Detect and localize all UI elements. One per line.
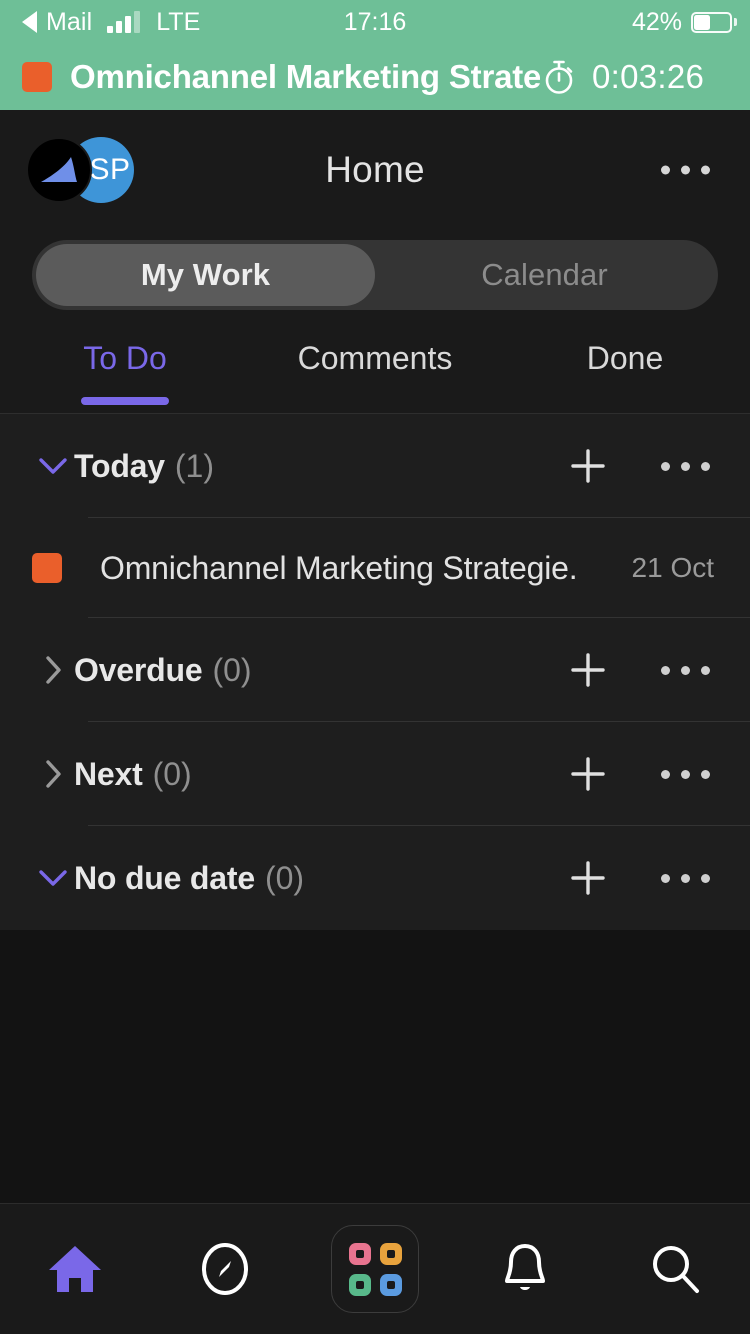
section-count: (0) xyxy=(153,756,192,793)
section-title: Overdue xyxy=(74,652,202,689)
segment-calendar[interactable]: Calendar xyxy=(375,244,714,306)
tab-comments[interactable]: Comments xyxy=(250,332,500,413)
search-icon xyxy=(647,1241,703,1297)
app-header: SP Home xyxy=(0,110,750,230)
battery-icon xyxy=(691,12,732,33)
section-title: Next xyxy=(74,756,143,793)
add-task-button[interactable] xyxy=(559,649,617,691)
banner-task-title: Omnichannel Marketing Strategies... xyxy=(70,58,540,96)
stopwatch-icon xyxy=(542,59,576,95)
section-title: Today xyxy=(74,448,165,485)
status-bar-right: 42% xyxy=(632,0,732,44)
back-app-label[interactable]: Mail xyxy=(46,8,92,37)
status-bar-left[interactable]: Mail LTE xyxy=(22,8,200,37)
section-more-button[interactable] xyxy=(661,666,710,675)
chevron-down-icon[interactable] xyxy=(32,457,74,475)
call-banner[interactable]: Mail LTE 17:16 42% Omnichannel Marketing… xyxy=(0,0,750,110)
section-title: No due date xyxy=(74,860,255,897)
chevron-down-icon[interactable] xyxy=(32,869,74,887)
bottom-navigation-bar xyxy=(0,1203,750,1334)
tab-comments-label: Comments xyxy=(298,340,453,377)
banner-timer-value: 0:03:26 xyxy=(592,58,704,96)
task-row[interactable]: Omnichannel Marketing Strategie... 21 Oc… xyxy=(0,518,750,618)
section-header-next[interactable]: Next (0) xyxy=(0,722,750,826)
nav-search[interactable] xyxy=(600,1204,750,1334)
active-timer-banner[interactable]: Omnichannel Marketing Strategies... 0:03… xyxy=(0,44,750,110)
battery-percent-label: 42% xyxy=(632,8,682,37)
tab-to-do-label: To Do xyxy=(83,340,167,377)
apps-dot-orange xyxy=(380,1243,402,1265)
task-list: Today (1) Omnichannel Marketing Strategi… xyxy=(0,414,750,930)
tab-bar: To Do Comments Done xyxy=(0,332,750,414)
task-color-swatch xyxy=(32,553,62,583)
home-icon xyxy=(46,1242,104,1296)
empty-list-area xyxy=(0,930,750,1210)
cellular-signal-icon xyxy=(107,11,140,33)
nav-notifications[interactable] xyxy=(450,1204,600,1334)
segmented-control[interactable]: My Work Calendar xyxy=(32,240,718,310)
bell-icon xyxy=(498,1240,552,1298)
network-label: LTE xyxy=(156,8,200,37)
add-task-button[interactable] xyxy=(559,857,617,899)
nav-apps[interactable] xyxy=(300,1204,450,1334)
tab-done-label: Done xyxy=(587,340,664,377)
tab-to-do[interactable]: To Do xyxy=(0,332,250,413)
active-tab-indicator xyxy=(81,397,169,405)
section-count: (0) xyxy=(212,652,251,689)
segment-my-work[interactable]: My Work xyxy=(36,244,375,306)
task-due-date: 21 Oct xyxy=(632,552,714,584)
chevron-right-icon[interactable] xyxy=(32,655,74,685)
apps-dot-pink xyxy=(349,1243,371,1265)
segmented-control-wrapper: My Work Calendar xyxy=(0,230,750,332)
nav-explore[interactable] xyxy=(150,1204,300,1334)
tab-done[interactable]: Done xyxy=(500,332,750,413)
add-task-button[interactable] xyxy=(559,445,617,487)
status-bar: Mail LTE 17:16 42% xyxy=(0,0,750,44)
section-header-overdue[interactable]: Overdue (0) xyxy=(0,618,750,722)
page-title: Home xyxy=(0,149,750,191)
section-header-no-due-date[interactable]: No due date (0) xyxy=(0,826,750,930)
compass-icon xyxy=(197,1241,253,1297)
nav-home[interactable] xyxy=(0,1204,150,1334)
task-title: Omnichannel Marketing Strategie... xyxy=(100,550,580,587)
section-more-button[interactable] xyxy=(661,770,710,779)
section-count: (1) xyxy=(175,448,214,485)
task-color-swatch xyxy=(22,62,52,92)
header-more-button[interactable] xyxy=(661,166,710,175)
add-task-button[interactable] xyxy=(559,753,617,795)
apps-grid-icon[interactable] xyxy=(331,1225,419,1313)
apps-dot-green xyxy=(349,1274,371,1296)
section-count: (0) xyxy=(265,860,304,897)
chevron-right-icon[interactable] xyxy=(32,759,74,789)
app-root: Mail LTE 17:16 42% Omnichannel Marketing… xyxy=(0,0,750,1334)
apps-dot-blue xyxy=(380,1274,402,1296)
section-more-button[interactable] xyxy=(661,874,710,883)
section-more-button[interactable] xyxy=(661,462,710,471)
back-triangle-icon[interactable] xyxy=(22,11,37,33)
section-header-today[interactable]: Today (1) xyxy=(0,414,750,518)
